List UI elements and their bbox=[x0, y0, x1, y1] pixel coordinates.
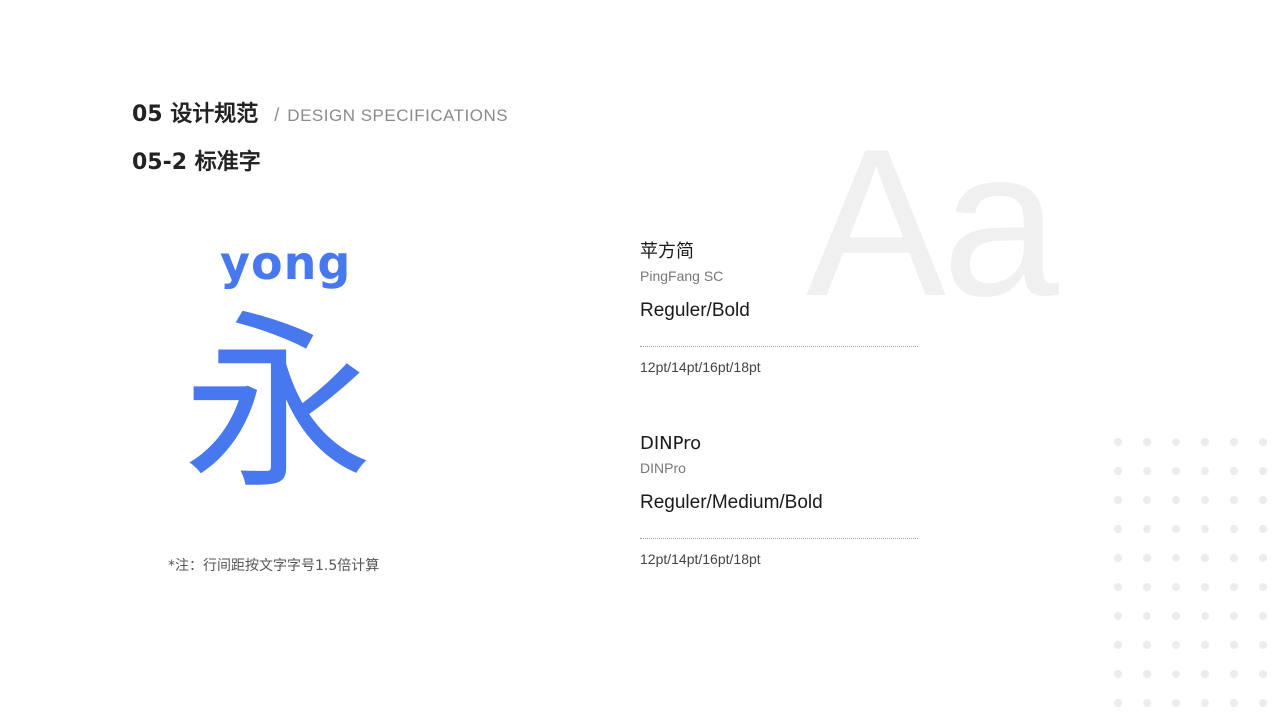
grid-dot bbox=[1201, 467, 1209, 475]
line-spacing-note: *注：行间距按文字字号1.5倍计算 bbox=[168, 558, 380, 574]
subsection-title: 05-2 标准字 bbox=[132, 150, 261, 175]
grid-dot bbox=[1172, 641, 1180, 649]
grid-dot bbox=[1201, 438, 1209, 446]
grid-dot bbox=[1143, 467, 1151, 475]
grid-dot bbox=[1114, 467, 1122, 475]
section-title-en: DESIGN SPECIFICATIONS bbox=[287, 106, 509, 125]
grid-dot bbox=[1114, 641, 1122, 649]
grid-dot bbox=[1172, 670, 1180, 678]
section-title: 05 设计规范 bbox=[132, 102, 259, 127]
font-family-name: DINPro bbox=[640, 460, 686, 476]
grid-dot bbox=[1201, 612, 1209, 620]
dotted-divider bbox=[640, 538, 918, 539]
sample-character: 永 bbox=[182, 294, 373, 515]
grid-dot bbox=[1230, 554, 1238, 562]
grid-dot bbox=[1114, 612, 1122, 620]
grid-dot bbox=[1259, 641, 1267, 649]
grid-dot bbox=[1259, 438, 1267, 446]
grid-dot bbox=[1259, 583, 1267, 591]
grid-dot bbox=[1143, 554, 1151, 562]
grid-dot bbox=[1114, 554, 1122, 562]
grid-dot bbox=[1259, 612, 1267, 620]
font-family-name: PingFang SC bbox=[640, 268, 724, 284]
section-header: 05 设计规范 / DESIGN SPECIFICATIONS bbox=[132, 96, 508, 128]
grid-dot bbox=[1172, 525, 1180, 533]
grid-dot bbox=[1259, 670, 1267, 678]
grid-dot bbox=[1230, 496, 1238, 504]
grid-dot bbox=[1259, 554, 1267, 562]
grid-dot bbox=[1143, 641, 1151, 649]
grid-dot bbox=[1259, 496, 1267, 504]
decorative-dot-grid bbox=[1110, 434, 1280, 720]
grid-dot bbox=[1201, 583, 1209, 591]
font-name: 苹方简 bbox=[640, 241, 694, 262]
grid-dot bbox=[1114, 699, 1122, 707]
grid-dot bbox=[1201, 525, 1209, 533]
grid-dot bbox=[1114, 525, 1122, 533]
grid-dot bbox=[1201, 670, 1209, 678]
grid-dot bbox=[1143, 525, 1151, 533]
grid-dot bbox=[1172, 467, 1180, 475]
font-spec-dinpro: DINPro DINPro Reguler/Medium/Bold 12pt/1… bbox=[640, 432, 918, 569]
sample-pinyin: yong bbox=[220, 236, 352, 290]
font-sizes: 12pt/14pt/16pt/18pt bbox=[640, 551, 761, 567]
grid-dot bbox=[1143, 496, 1151, 504]
grid-dot bbox=[1201, 496, 1209, 504]
grid-dot bbox=[1230, 467, 1238, 475]
grid-dot bbox=[1172, 438, 1180, 446]
font-spec-pingfang: 苹方简 PingFang SC Reguler/Bold 12pt/14pt/1… bbox=[640, 240, 918, 377]
grid-dot bbox=[1201, 641, 1209, 649]
grid-dot bbox=[1259, 525, 1267, 533]
grid-dot bbox=[1143, 670, 1151, 678]
font-weights: Reguler/Medium/Bold bbox=[640, 492, 823, 513]
grid-dot bbox=[1143, 699, 1151, 707]
font-weights: Reguler/Bold bbox=[640, 300, 750, 321]
grid-dot bbox=[1230, 641, 1238, 649]
grid-dot bbox=[1230, 583, 1238, 591]
grid-dot bbox=[1172, 583, 1180, 591]
grid-dot bbox=[1172, 699, 1180, 707]
section-slash: / bbox=[274, 105, 280, 125]
dotted-divider bbox=[640, 346, 918, 347]
grid-dot bbox=[1114, 438, 1122, 446]
grid-dot bbox=[1172, 496, 1180, 504]
grid-dot bbox=[1230, 438, 1238, 446]
grid-dot bbox=[1114, 670, 1122, 678]
grid-dot bbox=[1172, 612, 1180, 620]
grid-dot bbox=[1230, 699, 1238, 707]
font-sizes: 12pt/14pt/16pt/18pt bbox=[640, 359, 761, 375]
grid-dot bbox=[1143, 438, 1151, 446]
grid-dot bbox=[1259, 467, 1267, 475]
font-name: DINPro bbox=[640, 433, 702, 454]
grid-dot bbox=[1143, 612, 1151, 620]
grid-dot bbox=[1201, 554, 1209, 562]
grid-dot bbox=[1114, 496, 1122, 504]
grid-dot bbox=[1172, 554, 1180, 562]
grid-dot bbox=[1230, 670, 1238, 678]
grid-dot bbox=[1230, 525, 1238, 533]
grid-dot bbox=[1259, 699, 1267, 707]
grid-dot bbox=[1114, 583, 1122, 591]
grid-dot bbox=[1201, 699, 1209, 707]
grid-dot bbox=[1143, 583, 1151, 591]
grid-dot bbox=[1230, 612, 1238, 620]
